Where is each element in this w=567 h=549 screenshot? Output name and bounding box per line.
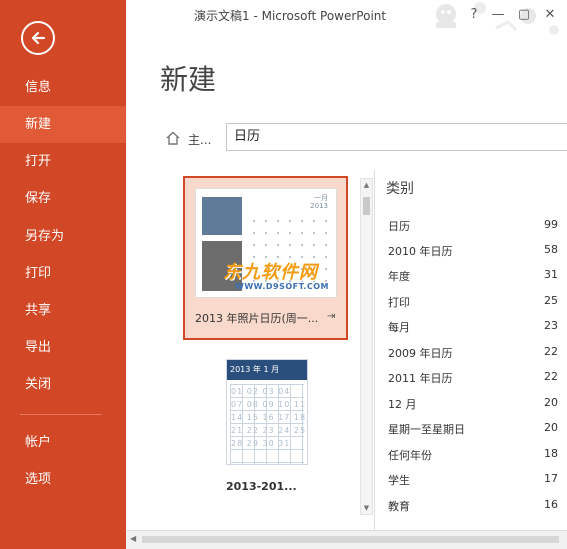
category-count: 20 — [544, 396, 558, 409]
category-item[interactable]: 教育 16 — [388, 498, 558, 523]
thumbnail-days: 01 02 03 04 07 08 09 10 11 14 15 16 17 18 2… — [231, 387, 307, 448]
category-count: 23 — [544, 319, 558, 332]
category-name: 2009 年日历 — [388, 347, 453, 360]
category-name: 每月 — [388, 321, 410, 334]
category-panel: 类别 日历 99 2010 年日历 58 年度 31 打印 25 每月 23 2009 年… — [374, 170, 567, 530]
nav-info[interactable]: 信息 — [0, 69, 126, 106]
category-count: 17 — [544, 472, 558, 485]
template-tile-selected[interactable]: 一月 2013 2013 年照片日历(周一... ⇥ — [183, 176, 348, 340]
template-caption: 2013-201... — [226, 480, 297, 493]
category-count: 22 — [544, 345, 558, 358]
nav-divider — [20, 414, 102, 415]
template-caption: 2013 年照片日历(周一... — [195, 312, 319, 325]
category-item[interactable]: 星期一至星期日 20 — [388, 421, 558, 446]
category-item[interactable]: 打印 25 — [388, 294, 558, 319]
breadcrumb-home[interactable]: 主... — [188, 131, 211, 148]
category-count: 18 — [544, 447, 558, 460]
category-count: 25 — [544, 294, 558, 307]
nav-options[interactable]: 选项 — [0, 461, 126, 498]
scroll-left-icon[interactable]: ◀ — [130, 534, 136, 543]
back-arrow-icon — [31, 31, 46, 45]
category-name: 12 月 — [388, 398, 417, 411]
minimize-button[interactable]: — — [488, 5, 508, 25]
home-icon[interactable] — [166, 131, 180, 145]
gallery-scrollbar[interactable]: ▲ ▼ — [360, 178, 373, 515]
category-count: 20 — [544, 421, 558, 434]
scroll-thumb[interactable] — [142, 536, 559, 543]
back-button[interactable] — [21, 21, 55, 55]
category-count: 16 — [544, 498, 558, 511]
scroll-thumb[interactable] — [363, 197, 370, 215]
template-tile[interactable]: 2013 年 1 月 01 02 03 04 07 08 09 10 11 14 1… — [226, 359, 308, 465]
nav-close[interactable]: 关闭 — [0, 366, 126, 403]
pin-icon[interactable]: ⇥ — [327, 311, 335, 322]
page-title: 新建 — [160, 63, 217, 96]
nav-save[interactable]: 保存 — [0, 180, 126, 217]
window-title: 演示文稿1 - Microsoft PowerPoint — [194, 9, 387, 23]
category-name: 2010 年日历 — [388, 245, 453, 258]
category-count: 31 — [544, 268, 558, 281]
category-count: 58 — [544, 243, 558, 256]
category-name: 星期一至星期日 — [388, 423, 465, 436]
category-item[interactable]: 学生 17 — [388, 472, 558, 497]
category-name: 日历 — [388, 220, 410, 233]
close-button[interactable]: ✕ — [540, 5, 560, 25]
nav-share[interactable]: 共享 — [0, 292, 126, 329]
nav-open[interactable]: 打开 — [0, 143, 126, 180]
template-thumbnail: 一月 2013 — [195, 188, 337, 298]
scroll-up-icon[interactable]: ▲ — [361, 179, 372, 191]
thumbnail-header: 2013 年 1 月 — [227, 360, 307, 380]
backstage-sidebar: 信息 新建 打开 保存 另存为 打印 共享 导出 关闭 帐户 选项 — [0, 0, 126, 549]
thumbnail-year: 2013 — [310, 202, 328, 210]
title-bar: 演示文稿1 - Microsoft PowerPoint ? — ▢ ✕ — [126, 0, 567, 35]
category-name: 任何年份 — [388, 449, 432, 462]
search-input[interactable]: 日历 — [226, 123, 567, 151]
category-name: 年度 — [388, 270, 410, 283]
category-count: 99 — [544, 218, 558, 231]
scroll-down-icon[interactable]: ▼ — [361, 502, 372, 514]
category-item[interactable]: 日历 99 — [388, 218, 558, 243]
category-item[interactable]: 任何年份 18 — [388, 447, 558, 472]
category-item[interactable]: 年度 31 — [388, 268, 558, 293]
category-item[interactable]: 2010 年日历 58 — [388, 243, 558, 268]
category-name: 教育 — [388, 500, 410, 513]
category-name: 2011 年日历 — [388, 372, 453, 385]
restore-button[interactable]: ▢ — [514, 5, 534, 25]
nav-account[interactable]: 帐户 — [0, 424, 126, 461]
nav-new[interactable]: 新建 — [0, 106, 126, 143]
category-name: 学生 — [388, 474, 410, 487]
category-title: 类别 — [386, 181, 414, 197]
nav-print[interactable]: 打印 — [0, 255, 126, 292]
category-item[interactable]: 每月 23 — [388, 319, 558, 344]
category-item[interactable]: 2011 年日历 22 — [388, 370, 558, 395]
help-button[interactable]: ? — [464, 5, 484, 25]
nav-export[interactable]: 导出 — [0, 329, 126, 366]
category-item[interactable]: 2009 年日历 22 — [388, 345, 558, 370]
horizontal-scrollbar[interactable]: ◀ — [126, 530, 567, 549]
category-name: 打印 — [388, 296, 410, 309]
nav-save-as[interactable]: 另存为 — [0, 218, 126, 255]
category-count: 22 — [544, 370, 558, 383]
category-item[interactable]: 12 月 20 — [388, 396, 558, 421]
